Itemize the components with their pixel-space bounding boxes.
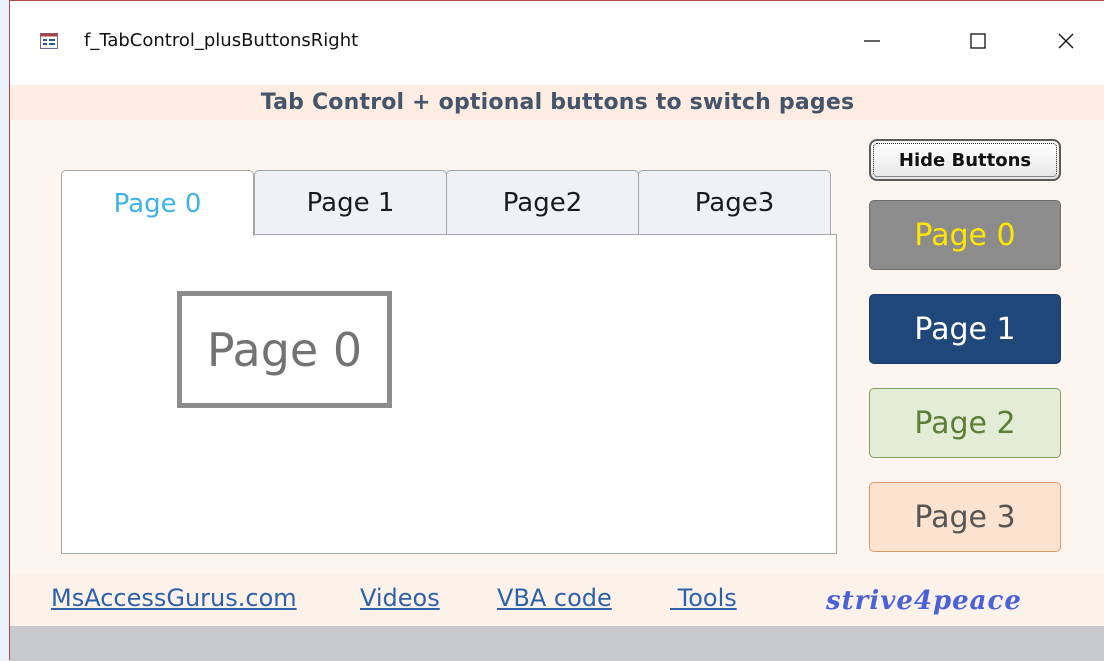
videos-link[interactable]: Videos [360, 584, 440, 612]
close-button[interactable] [1044, 19, 1088, 63]
page-3-button[interactable]: Page 3 [869, 482, 1061, 552]
status-bar [10, 626, 1104, 661]
form-header-text: Tab Control + optional buttons to switch… [260, 90, 855, 115]
tab-page-content: Page 0 [61, 234, 837, 554]
tab-control: Page 0 Page 1 Page2 Page3 Page 0 [61, 170, 837, 554]
strive4peace-brand: strive4peace [826, 586, 1022, 616]
page-0-button[interactable]: Page 0 [869, 200, 1061, 270]
footer: MsAccessGurus.com Videos VBA code Tools … [10, 574, 1104, 626]
maximize-button[interactable] [956, 19, 1000, 63]
hide-buttons-button[interactable]: Hide Buttons [869, 139, 1061, 181]
tab-page-1[interactable]: Page 1 [254, 170, 447, 234]
tab-page-0[interactable]: Page 0 [61, 170, 254, 236]
page-1-button[interactable]: Page 1 [869, 294, 1061, 364]
minimize-icon [864, 40, 880, 42]
page-label: Page 0 [177, 291, 392, 408]
window-title: f_TabControl_plusButtonsRight [84, 30, 359, 51]
page-2-button[interactable]: Page 2 [869, 388, 1061, 458]
form-header: Tab Control + optional buttons to switch… [10, 85, 1104, 120]
close-icon [1058, 33, 1074, 49]
maximize-icon [970, 33, 986, 49]
tools-link[interactable]: Tools [670, 584, 737, 612]
msaccessgurus-link[interactable]: MsAccessGurus.com [51, 584, 297, 612]
tab-page-3[interactable]: Page3 [638, 170, 831, 234]
form-icon [40, 33, 58, 49]
form-body: Tab Control + optional buttons to switch… [10, 85, 1104, 661]
title-bar[interactable]: f_TabControl_plusButtonsRight [10, 1, 1104, 85]
vba-code-link[interactable]: VBA code [497, 584, 612, 612]
minimize-button[interactable] [850, 19, 894, 63]
access-form-window: f_TabControl_plusButtonsRight Tab Contro… [9, 0, 1104, 661]
tab-page-2[interactable]: Page2 [446, 170, 639, 234]
